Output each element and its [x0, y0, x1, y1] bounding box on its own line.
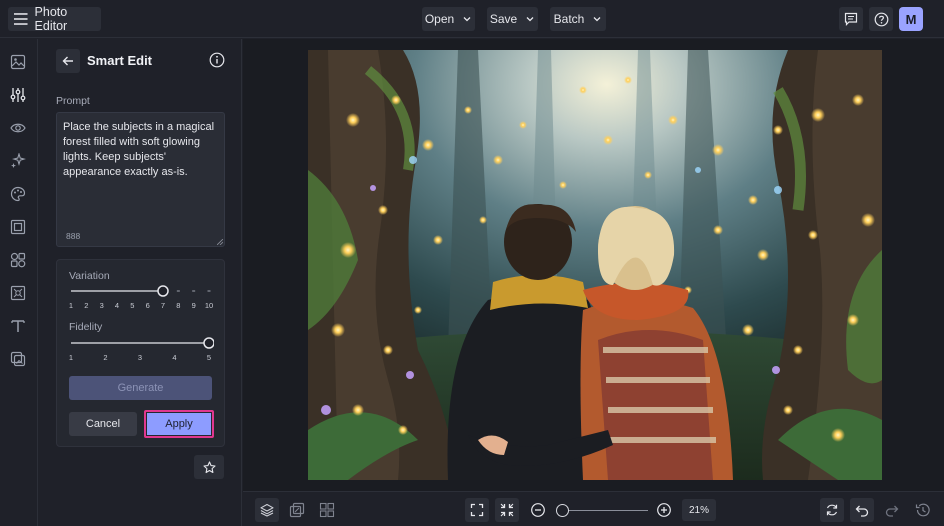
text-icon[interactable]: [10, 318, 26, 334]
variation-tick-label: 3: [100, 301, 104, 310]
image-icon[interactable]: [10, 54, 26, 70]
variation-knob[interactable]: [157, 285, 169, 297]
layers-button[interactable]: [255, 498, 279, 522]
zoom-in-icon[interactable]: [656, 502, 672, 518]
fidelity-knob[interactable]: [203, 337, 214, 349]
cancel-button[interactable]: Cancel: [69, 412, 137, 436]
resize-handle-icon[interactable]: [217, 239, 223, 245]
favorite-button[interactable]: [194, 455, 224, 479]
variation-tick-label: 9: [192, 301, 196, 310]
actual-size-button[interactable]: [495, 498, 519, 522]
zoom-slider-knob[interactable]: [556, 504, 569, 517]
reset-button[interactable]: [820, 498, 844, 522]
user-avatar[interactable]: M: [899, 7, 923, 31]
fidelity-tick-label: 5: [207, 353, 211, 362]
hamburger-menu-icon: [14, 13, 28, 25]
edited-photo[interactable]: [308, 50, 882, 480]
zoom-level[interactable]: 21%: [682, 499, 716, 521]
prompt-text: Place the subjects in a magical forest f…: [63, 121, 215, 178]
generate-button[interactable]: Generate: [69, 376, 212, 400]
open-menu-label: Open: [424, 12, 455, 26]
tool-rail: [0, 39, 38, 526]
fidelity-label: Fidelity: [69, 321, 103, 333]
fidelity-slider[interactable]: 1 2 3 4 5: [69, 334, 214, 364]
frame-icon[interactable]: [10, 219, 26, 235]
undo-button[interactable]: [850, 498, 874, 522]
open-menu-button[interactable]: Open: [422, 7, 475, 31]
variation-tick-label: 2: [84, 301, 88, 310]
redo-icon[interactable]: [884, 502, 900, 518]
fit-to-screen-button[interactable]: [465, 498, 489, 522]
shapes-icon[interactable]: [10, 252, 26, 268]
variation-tick-label: 4: [115, 301, 119, 310]
zoom-out-icon[interactable]: [530, 502, 546, 518]
back-button[interactable]: [56, 49, 80, 73]
help-icon: [874, 12, 888, 26]
compare-icon[interactable]: [289, 502, 305, 518]
batch-menu-button[interactable]: Batch: [550, 7, 606, 31]
variation-tick-label: 1: [69, 301, 73, 310]
smart-edit-panel: Smart Edit Prompt Place the subjects in …: [39, 39, 242, 526]
star-icon: [202, 460, 216, 473]
expand-corners-icon: [470, 503, 484, 517]
fidelity-tick-label: 2: [103, 353, 107, 362]
panel-title: Smart Edit: [87, 53, 153, 68]
generation-settings: Variation 1 2 3 4 5 6 7 8 9 10 Fidelity 1 2 3 4 5 Gen…: [56, 259, 225, 447]
fidelity-tick-label: 4: [172, 353, 176, 362]
layers-graphic-icon[interactable]: [10, 351, 26, 367]
save-menu-button[interactable]: Save: [487, 7, 538, 31]
prompt-character-count: 888: [66, 231, 81, 241]
save-menu-label: Save: [489, 12, 518, 26]
prompt-label: Prompt: [56, 95, 90, 107]
bottom-toolbar: 21%: [243, 491, 944, 526]
sparkle-effects-icon[interactable]: [10, 153, 26, 169]
collapse-corners-icon: [500, 503, 514, 517]
apply-button[interactable]: Apply: [147, 413, 211, 435]
variation-tick-label: 10: [205, 301, 213, 310]
palette-icon[interactable]: [10, 186, 26, 202]
batch-menu-label: Batch: [553, 12, 585, 26]
chevron-down-icon: [526, 17, 534, 22]
grid-icon[interactable]: [319, 502, 335, 518]
top-bar: Photo Editor Open Save Batch M: [0, 0, 944, 38]
undo-icon: [855, 505, 869, 517]
eye-icon[interactable]: [10, 120, 26, 136]
zoom-slider-track[interactable]: [562, 510, 648, 511]
info-icon[interactable]: [209, 52, 225, 68]
magical-forest-couple-image: [308, 50, 882, 480]
fidelity-tick-label: 1: [69, 353, 73, 362]
variation-tick-label: 7: [161, 301, 165, 310]
variation-tick-label: 6: [146, 301, 150, 310]
variation-label: Variation: [69, 270, 110, 282]
prompt-textarea[interactable]: Place the subjects in a magical forest f…: [56, 112, 225, 247]
layers-icon: [260, 503, 274, 517]
refresh-icon: [826, 504, 838, 516]
adjust-sliders-icon[interactable]: [10, 87, 26, 103]
help-button[interactable]: [869, 7, 893, 31]
app-menu-button[interactable]: Photo Editor: [8, 5, 101, 33]
feedback-button[interactable]: [839, 7, 863, 31]
chevron-down-icon: [593, 17, 601, 22]
variation-slider[interactable]: 1 2 3 4 5 6 7 8 9 10: [69, 282, 214, 312]
apply-button-highlight: Apply: [144, 410, 214, 438]
variation-tick-label: 5: [130, 301, 134, 310]
variation-tick-label: 8: [176, 301, 180, 310]
arrow-left-icon: [62, 56, 73, 66]
fidelity-tick-label: 3: [138, 353, 142, 362]
texture-icon[interactable]: [10, 285, 26, 301]
feedback-icon: [844, 12, 858, 26]
chevron-down-icon: [463, 17, 471, 22]
app-title: Photo Editor: [34, 5, 68, 33]
history-icon[interactable]: [915, 502, 931, 518]
